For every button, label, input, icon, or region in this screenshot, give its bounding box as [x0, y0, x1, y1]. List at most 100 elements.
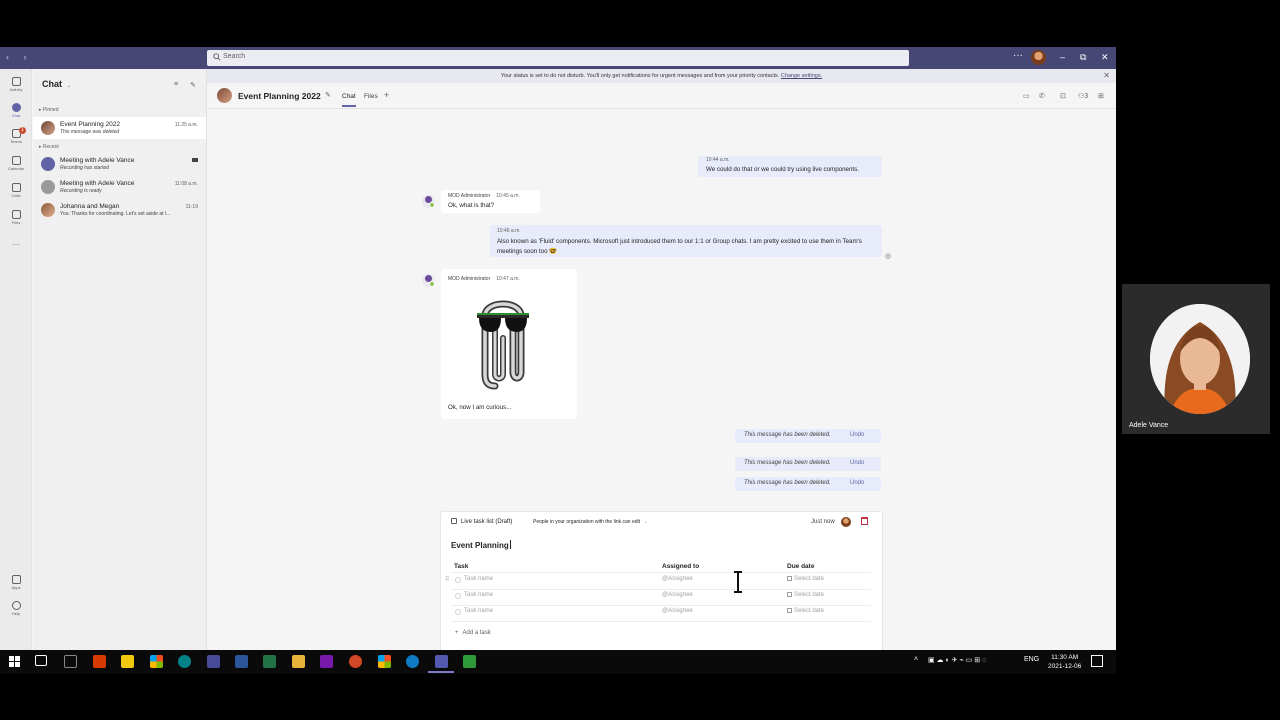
profile-avatar[interactable]: [1031, 50, 1046, 65]
file-explorer-icon[interactable]: [292, 655, 305, 668]
app-bar: Activity Chat 1 Teams Calendar Calls Fil…: [0, 69, 32, 650]
more-apps-button[interactable]: ···: [0, 239, 32, 249]
screen-share-icon[interactable]: ⊡: [1060, 92, 1066, 100]
appbar-apps[interactable]: Apps: [0, 575, 32, 590]
due-date-field[interactable]: Select date: [787, 576, 824, 582]
participants-icon[interactable]: ⚇3: [1078, 92, 1088, 100]
tray-app-icons[interactable]: ▣ ☁ ◐ ✈ ⌁ ▭ ⊞ ◌: [928, 656, 986, 664]
drag-handle-icon[interactable]: ⠿: [445, 576, 449, 583]
message-incoming[interactable]: MOD Administrator 10:45 a.m. Ok, what is …: [441, 190, 540, 213]
camtasia-icon[interactable]: [463, 655, 476, 668]
status-banner: Your status is set to do not disturb. Yo…: [207, 69, 1116, 83]
tab-chat[interactable]: Chat: [342, 93, 356, 107]
component-type-label[interactable]: Live task list (Draft): [451, 518, 512, 525]
chat-list-pane: Chat ⌄ ≡ ✎ ▸ Pinned Event Planning 2022 T…: [33, 69, 207, 650]
office-app-icon[interactable]: [93, 655, 106, 668]
maximize-button[interactable]: ⧉: [1080, 52, 1086, 63]
assignee-field[interactable]: @Assignee: [662, 608, 693, 614]
sharepoint-icon[interactable]: [178, 655, 191, 668]
undo-button[interactable]: Undo: [850, 480, 864, 486]
appbar-activity[interactable]: Activity: [0, 77, 32, 92]
chat-item-preview: This message was deleted: [60, 129, 120, 135]
video-call-icon[interactable]: ▭: [1023, 92, 1030, 100]
edit-pencil-icon[interactable]: ✎: [325, 91, 331, 99]
settings-app-icon[interactable]: [207, 655, 220, 668]
change-settings-link[interactable]: Change settings.: [781, 73, 822, 79]
tools-icon[interactable]: [64, 655, 77, 668]
edge-icon[interactable]: [406, 655, 419, 668]
video-tile[interactable]: Adele Vance: [1122, 284, 1270, 434]
task-checkbox[interactable]: [455, 609, 461, 615]
tray-overflow-icon[interactable]: ˄: [914, 656, 918, 663]
chat-item-event-planning[interactable]: Event Planning 2022 This message was del…: [33, 117, 206, 139]
excel-icon[interactable]: [263, 655, 276, 668]
undo-button[interactable]: Undo: [850, 460, 864, 466]
message-meta: MOD Administrator 10:47 a.m.: [448, 276, 520, 282]
audio-call-icon[interactable]: ✆: [1039, 92, 1045, 100]
task-checkbox[interactable]: [455, 593, 461, 599]
search-box[interactable]: Search: [207, 50, 909, 66]
tab-files[interactable]: Files: [364, 93, 378, 100]
add-tab-button[interactable]: +: [384, 90, 389, 100]
message-meta: MOD Administrator 10:45 a.m.: [448, 193, 520, 199]
message-outgoing[interactable]: 10:46 a.m. Also known as 'Fluid' compone…: [490, 225, 882, 257]
chat-item-johanna-megan[interactable]: Johanna and Megan You: Thanks for coordi…: [33, 199, 206, 221]
pinned-section-label[interactable]: ▸ Pinned: [39, 107, 58, 113]
task-name-field[interactable]: Task name: [464, 592, 493, 598]
permission-dropdown[interactable]: People in your organization with the lin…: [533, 519, 648, 525]
new-chat-icon[interactable]: ✎: [190, 81, 196, 89]
appbar-label: Calendar: [7, 166, 25, 171]
delete-icon[interactable]: [861, 517, 868, 525]
language-indicator[interactable]: ENG: [1024, 656, 1039, 663]
due-date-field[interactable]: Select date: [787, 608, 824, 614]
banner-text: Your status is set to do not disturb. Yo…: [500, 73, 780, 79]
appbar-chat[interactable]: Chat: [0, 103, 32, 118]
onenote-icon[interactable]: [320, 655, 333, 668]
message-outgoing[interactable]: 10:44 a.m. We could do that or we could …: [698, 156, 882, 177]
chat-item-meeting-2[interactable]: Meeting with Adele Vance Recording is re…: [33, 176, 206, 198]
clock[interactable]: 11:30 AM 2021-12-06: [1048, 653, 1081, 671]
task-checkbox[interactable]: [455, 577, 461, 583]
store-icon[interactable]: [150, 655, 163, 668]
search-input[interactable]: Search: [223, 53, 245, 60]
task-view-icon[interactable]: [35, 655, 47, 666]
task-name-field[interactable]: Task name: [464, 576, 493, 582]
chat-item-meeting-1[interactable]: Meeting with Adele Vance Recording has s…: [33, 153, 206, 175]
chat-list-title[interactable]: Chat ⌄: [42, 79, 71, 89]
appbar-calls[interactable]: Calls: [0, 183, 32, 198]
microsoft-store-icon[interactable]: [378, 655, 391, 668]
filter-icon[interactable]: ≡: [174, 81, 178, 88]
appbar-files[interactable]: Files: [0, 210, 32, 225]
recent-section-label[interactable]: ▸ Recent: [39, 144, 59, 150]
minimize-button[interactable]: –: [1060, 52, 1065, 62]
assignee-field[interactable]: @Assignee: [662, 576, 693, 582]
task-row[interactable]: ⠿ Task name @Assignee Select date: [445, 573, 871, 589]
more-options-button[interactable]: ···: [1013, 50, 1023, 61]
assignee-field[interactable]: @Assignee: [662, 592, 693, 598]
task-row[interactable]: Task name @Assignee Select date: [451, 589, 871, 605]
nav-arrows[interactable]: ‹ ›: [6, 52, 33, 62]
chat-icon: [11, 103, 21, 112]
sticky-notes-icon[interactable]: [121, 655, 134, 668]
teams-taskbar-icon[interactable]: [435, 655, 448, 668]
deleted-message: This message has been deleted. Undo: [735, 457, 881, 471]
powerpoint-icon[interactable]: [349, 655, 362, 668]
task-list-title-input[interactable]: Event Planning: [451, 540, 511, 550]
appbar-help[interactable]: Help: [0, 601, 32, 616]
due-date-text: Select date: [794, 608, 825, 614]
pop-out-icon[interactable]: ⊞: [1098, 92, 1104, 100]
due-date-field[interactable]: Select date: [787, 592, 824, 598]
appbar-calendar[interactable]: Calendar: [0, 156, 32, 171]
appbar-teams[interactable]: 1 Teams: [0, 127, 32, 144]
notification-center-icon[interactable]: [1091, 655, 1103, 667]
title-bar: ‹ › Search ··· – ⧉ ✕: [0, 47, 1116, 69]
task-row[interactable]: Task name @Assignee Select date: [451, 605, 871, 621]
add-task-button[interactable]: + Add a task: [455, 630, 495, 636]
windows-start-icon[interactable]: [9, 656, 20, 667]
undo-button[interactable]: Undo: [850, 432, 864, 438]
word-icon[interactable]: [235, 655, 248, 668]
chat-main: Event Planning 2022 ✎ Chat Files + ▭ ✆ ⊡…: [208, 83, 1116, 650]
task-name-field[interactable]: Task name: [464, 608, 493, 614]
close-icon[interactable]: ✕: [1103, 69, 1110, 83]
close-window-button[interactable]: ✕: [1101, 52, 1109, 63]
